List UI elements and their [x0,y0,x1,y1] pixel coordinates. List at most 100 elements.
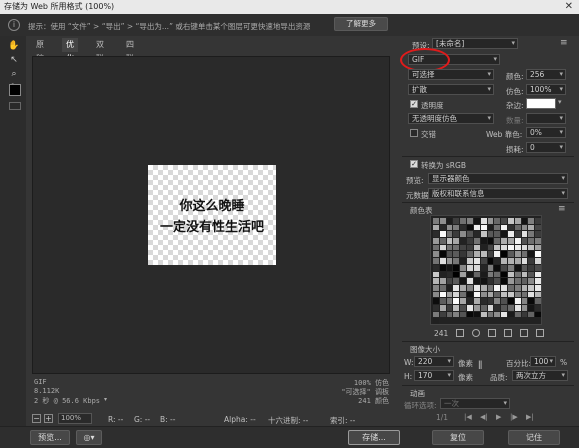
height-field[interactable]: 170 [414,370,454,381]
color-swatch[interactable] [446,258,453,264]
link-icon[interactable]: ǁ [478,360,482,370]
color-swatch[interactable] [473,218,480,224]
colors-select[interactable]: 256 [526,69,566,80]
color-swatch[interactable] [453,291,460,298]
color-swatch[interactable] [460,238,467,244]
color-swatch[interactable] [439,311,446,318]
transparency-checkbox[interactable]: ✓ [410,100,418,108]
color-swatch[interactable] [535,244,541,251]
color-swatch[interactable] [528,284,535,291]
color-swatch[interactable] [460,298,467,304]
color-swatch[interactable] [521,231,528,238]
color-swatch[interactable] [514,284,521,291]
color-swatch[interactable] [453,318,460,324]
color-swatch[interactable] [535,218,541,224]
color-swatch[interactable] [521,244,528,251]
color-swatch[interactable] [535,278,541,284]
color-swatch[interactable] [507,231,514,238]
color-swatch[interactable] [467,231,473,238]
tab-2up[interactable]: 双联 [92,38,108,63]
color-swatch[interactable] [487,291,494,298]
color-swatch[interactable] [480,271,487,278]
color-swatch[interactable] [467,291,473,298]
color-swatch[interactable] [521,318,528,324]
color-swatch[interactable] [535,291,541,298]
color-swatch[interactable] [446,238,453,244]
reset-button[interactable]: 复位 [432,430,484,445]
color-swatch[interactable] [507,224,514,231]
lossy-field[interactable]: 0 [526,142,566,153]
color-swatch[interactable] [535,224,541,231]
color-swatch[interactable] [507,258,514,264]
color-swatch[interactable] [460,231,467,238]
color-swatch[interactable] [494,284,501,291]
color-swatch[interactable] [487,304,494,311]
color-swatch[interactable] [507,264,514,271]
color-swatch[interactable] [467,244,473,251]
color-swatch[interactable] [507,318,514,324]
map-to-transparent-icon[interactable] [456,329,464,337]
color-swatch[interactable] [514,278,521,284]
color-swatch[interactable] [528,238,535,244]
color-swatch[interactable] [446,218,453,224]
color-swatch[interactable] [487,258,494,264]
color-swatch[interactable] [453,311,460,318]
color-swatch[interactable] [487,278,494,284]
color-swatch[interactable] [453,304,460,311]
color-swatch[interactable] [501,264,507,271]
color-swatch[interactable] [473,311,480,318]
color-swatch[interactable] [460,258,467,264]
color-swatch[interactable] [467,218,473,224]
color-swatch[interactable] [433,304,439,311]
color-swatch[interactable] [446,291,453,298]
color-swatch[interactable] [487,298,494,304]
color-swatch[interactable] [507,311,514,318]
color-swatch[interactable] [487,318,494,324]
color-swatch[interactable] [460,264,467,271]
dither-amount-field[interactable]: 100% [526,84,566,95]
color-swatch[interactable] [473,318,480,324]
color-swatch[interactable] [453,271,460,278]
color-swatch[interactable] [528,271,535,278]
color-swatch[interactable] [494,224,501,231]
color-swatch[interactable] [433,251,439,258]
color-swatch[interactable] [514,238,521,244]
color-swatch[interactable] [501,278,507,284]
color-swatch[interactable] [535,311,541,318]
color-swatch[interactable] [494,311,501,318]
color-swatch[interactable] [480,311,487,318]
color-swatch[interactable] [528,318,535,324]
color-swatch[interactable] [507,271,514,278]
color-swatch[interactable] [480,238,487,244]
color-swatch[interactable] [460,278,467,284]
color-swatch[interactable] [473,264,480,271]
zoom-select[interactable]: 100% [58,413,92,424]
color-swatch[interactable] [467,258,473,264]
color-swatch[interactable] [480,258,487,264]
color-swatch[interactable] [446,278,453,284]
color-swatch[interactable] [501,291,507,298]
color-swatch[interactable] [446,264,453,271]
color-swatch[interactable] [514,224,521,231]
color-swatch[interactable] [473,224,480,231]
learn-more-button[interactable]: 了解更多 [334,17,388,31]
color-table-swatches[interactable] [433,218,541,324]
color-swatch[interactable] [460,251,467,258]
color-swatch[interactable] [453,244,460,251]
color-swatch[interactable] [528,224,535,231]
color-swatch[interactable] [439,298,446,304]
color-swatch[interactable] [521,264,528,271]
color-swatch[interactable] [473,271,480,278]
color-swatch[interactable] [535,284,541,291]
color-swatch[interactable] [521,224,528,231]
color-swatch[interactable] [446,284,453,291]
color-swatch[interactable] [473,238,480,244]
color-swatch[interactable] [480,231,487,238]
color-swatch[interactable] [439,218,446,224]
dither-algorithm-select[interactable]: 扩散 [408,84,494,95]
play-icon[interactable]: ▶ [496,413,501,421]
color-swatch[interactable] [467,298,473,304]
color-swatch[interactable] [507,291,514,298]
tab-original[interactable]: 原稿 [32,38,48,63]
color-swatch[interactable] [507,284,514,291]
